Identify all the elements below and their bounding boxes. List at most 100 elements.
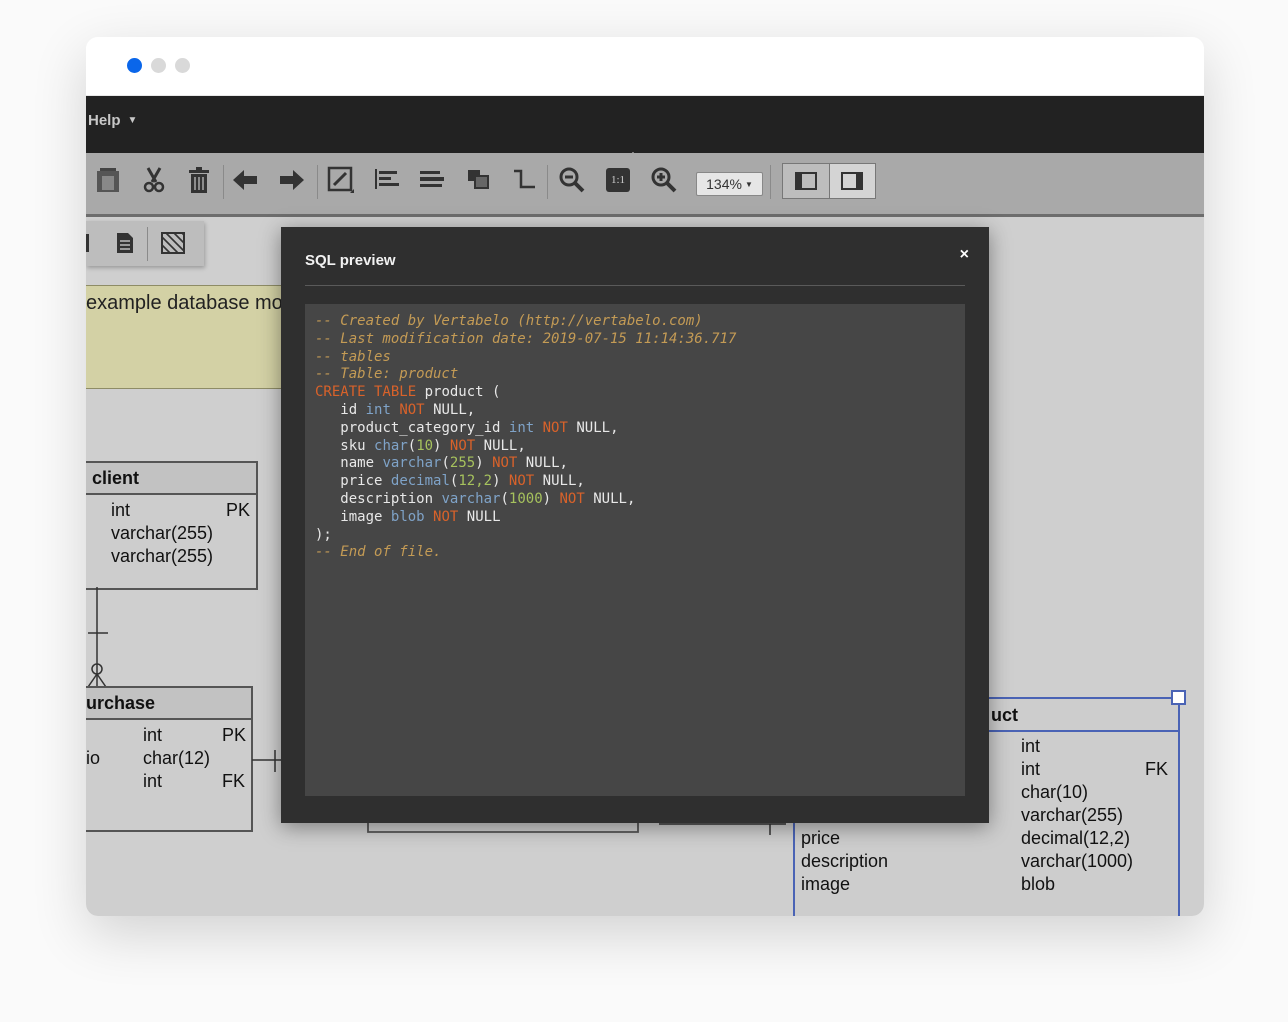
menu-bar: Help ▼ <box>86 96 1204 153</box>
sql-code-view[interactable]: -- Created by Vertabelo (http://vertabel… <box>305 304 965 796</box>
actual-size-button[interactable]: 1:1 <box>601 163 635 197</box>
sql-comment: -- End of file. <box>315 544 442 561</box>
menu-help-label: Help <box>88 112 121 129</box>
sql-column-name: price <box>340 473 383 490</box>
sql-null: NULL <box>542 473 577 490</box>
column-name: description <box>801 851 889 871</box>
column-type: char(12) <box>143 748 211 768</box>
column-type: blob <box>1021 874 1056 894</box>
sql-keyword: NOT <box>449 437 476 454</box>
relationship-client-purchase[interactable] <box>86 587 116 687</box>
chevron-down-icon: ▼ <box>744 179 753 189</box>
entity-name: client <box>86 463 256 495</box>
actual-size-label: 1:1 <box>610 174 626 186</box>
sql-keyword: NOT <box>508 473 535 490</box>
zoom-select[interactable]: 134% ▼ <box>696 172 763 196</box>
sql-null: NULL <box>525 455 560 472</box>
toolbar-separator <box>147 227 148 261</box>
sql-column-name: product_category_id <box>340 419 501 436</box>
sql-type: char <box>374 437 408 454</box>
window-close-dot[interactable] <box>127 58 142 73</box>
delete-icon[interactable] <box>182 163 216 197</box>
column-type: int <box>143 725 163 745</box>
sql-keyword: NOT <box>559 490 585 507</box>
paste-icon[interactable] <box>91 163 125 197</box>
zoom-out-icon[interactable] <box>555 163 589 197</box>
app-window: Help ▼ 1:1 134% ▼ example database mo cl… <box>86 37 1204 916</box>
column-key: FK <box>1145 759 1169 779</box>
sql-type-arg: 1000 <box>508 490 543 507</box>
entity-purchase[interactable]: urchase int PK io char(12) int FK <box>86 686 253 832</box>
column-type: int <box>1021 759 1041 779</box>
edit-icon[interactable] <box>324 163 358 197</box>
table-tool-icon[interactable] <box>86 226 98 260</box>
sql-keyword: NOT <box>433 508 459 525</box>
left-panel-view-button[interactable] <box>783 164 829 198</box>
sql-keyword: NOT <box>492 455 518 472</box>
column-name: image <box>801 874 851 894</box>
sql-type: decimal <box>390 473 450 490</box>
window-minimize-dot[interactable] <box>151 58 166 73</box>
sql-comment: -- Created by Vertabelo (http://vertabel… <box>315 313 703 329</box>
zoom-in-icon[interactable] <box>647 163 681 197</box>
sql-null: NULL <box>593 490 627 507</box>
column-type: varchar(255) <box>111 546 214 566</box>
arrange-icon[interactable] <box>463 163 497 197</box>
dialog-title: SQL preview <box>305 252 396 269</box>
sql-keyword: CREATE TABLE <box>315 384 417 401</box>
diagram-note[interactable]: example database mo <box>86 285 283 389</box>
sql-close-paren: ); <box>315 526 332 543</box>
undo-icon[interactable] <box>228 163 262 197</box>
relationship-lines <box>367 817 786 835</box>
column-type: char(10) <box>1021 782 1089 802</box>
sql-null: NULL <box>433 401 467 418</box>
toolbar: 1:1 134% ▼ <box>86 153 1204 217</box>
sql-null: NULL <box>466 508 501 525</box>
close-icon[interactable]: × <box>960 246 969 264</box>
column-key: PK <box>226 500 251 520</box>
sql-column-name: sku <box>340 437 366 454</box>
sql-type-arg: 12,2 <box>458 473 493 490</box>
sql-table-name: product ( <box>416 384 501 401</box>
toolbar-separator <box>223 165 224 199</box>
sql-comment: -- Last modification date: 2019-07-15 11… <box>315 330 737 347</box>
sql-null: NULL <box>483 437 518 454</box>
chevron-down-icon: ▼ <box>127 115 138 126</box>
entity-client[interactable]: client int PK varchar(255) varchar(255) <box>86 461 258 590</box>
column-type: int <box>1021 736 1041 756</box>
sql-null: NULL <box>576 419 611 436</box>
connector-icon[interactable] <box>508 163 542 197</box>
note-tool-icon[interactable] <box>108 226 142 260</box>
title-bar <box>86 37 1204 96</box>
align-distribute-icon[interactable] <box>416 163 450 197</box>
window-zoom-dot[interactable] <box>175 58 190 73</box>
sql-keyword: NOT <box>542 419 568 436</box>
cut-icon[interactable] <box>137 163 171 197</box>
sql-column-name: name <box>340 455 375 472</box>
sql-column-name: image <box>340 508 383 525</box>
sql-type: varchar <box>382 455 442 472</box>
column-type: int <box>111 500 131 520</box>
redo-icon[interactable] <box>275 163 309 197</box>
toolbar-separator <box>770 165 771 199</box>
entity-name: uct <box>991 705 1018 725</box>
sql-column-name: description <box>340 490 434 507</box>
sql-type: int <box>508 419 535 436</box>
view-toggle <box>782 163 876 199</box>
resize-handle[interactable] <box>1171 690 1186 705</box>
sql-comment: -- tables <box>315 348 391 365</box>
toolbar-separator <box>317 165 318 199</box>
sql-type: int <box>365 401 391 418</box>
column-key: FK <box>222 771 246 791</box>
area-tool-icon[interactable] <box>156 226 190 260</box>
align-left-icon[interactable] <box>370 163 404 197</box>
column-key: PK <box>222 725 247 745</box>
sql-column-name: id <box>340 401 358 418</box>
entity-header-rule <box>989 730 1178 732</box>
column-type: int <box>143 771 163 791</box>
menu-help[interactable]: Help ▼ <box>88 112 137 129</box>
zoom-value: 134% <box>706 176 742 192</box>
column-type: varchar(255) <box>1021 805 1124 825</box>
right-panel-view-button[interactable] <box>828 164 875 198</box>
toolbar-separator <box>547 165 548 199</box>
